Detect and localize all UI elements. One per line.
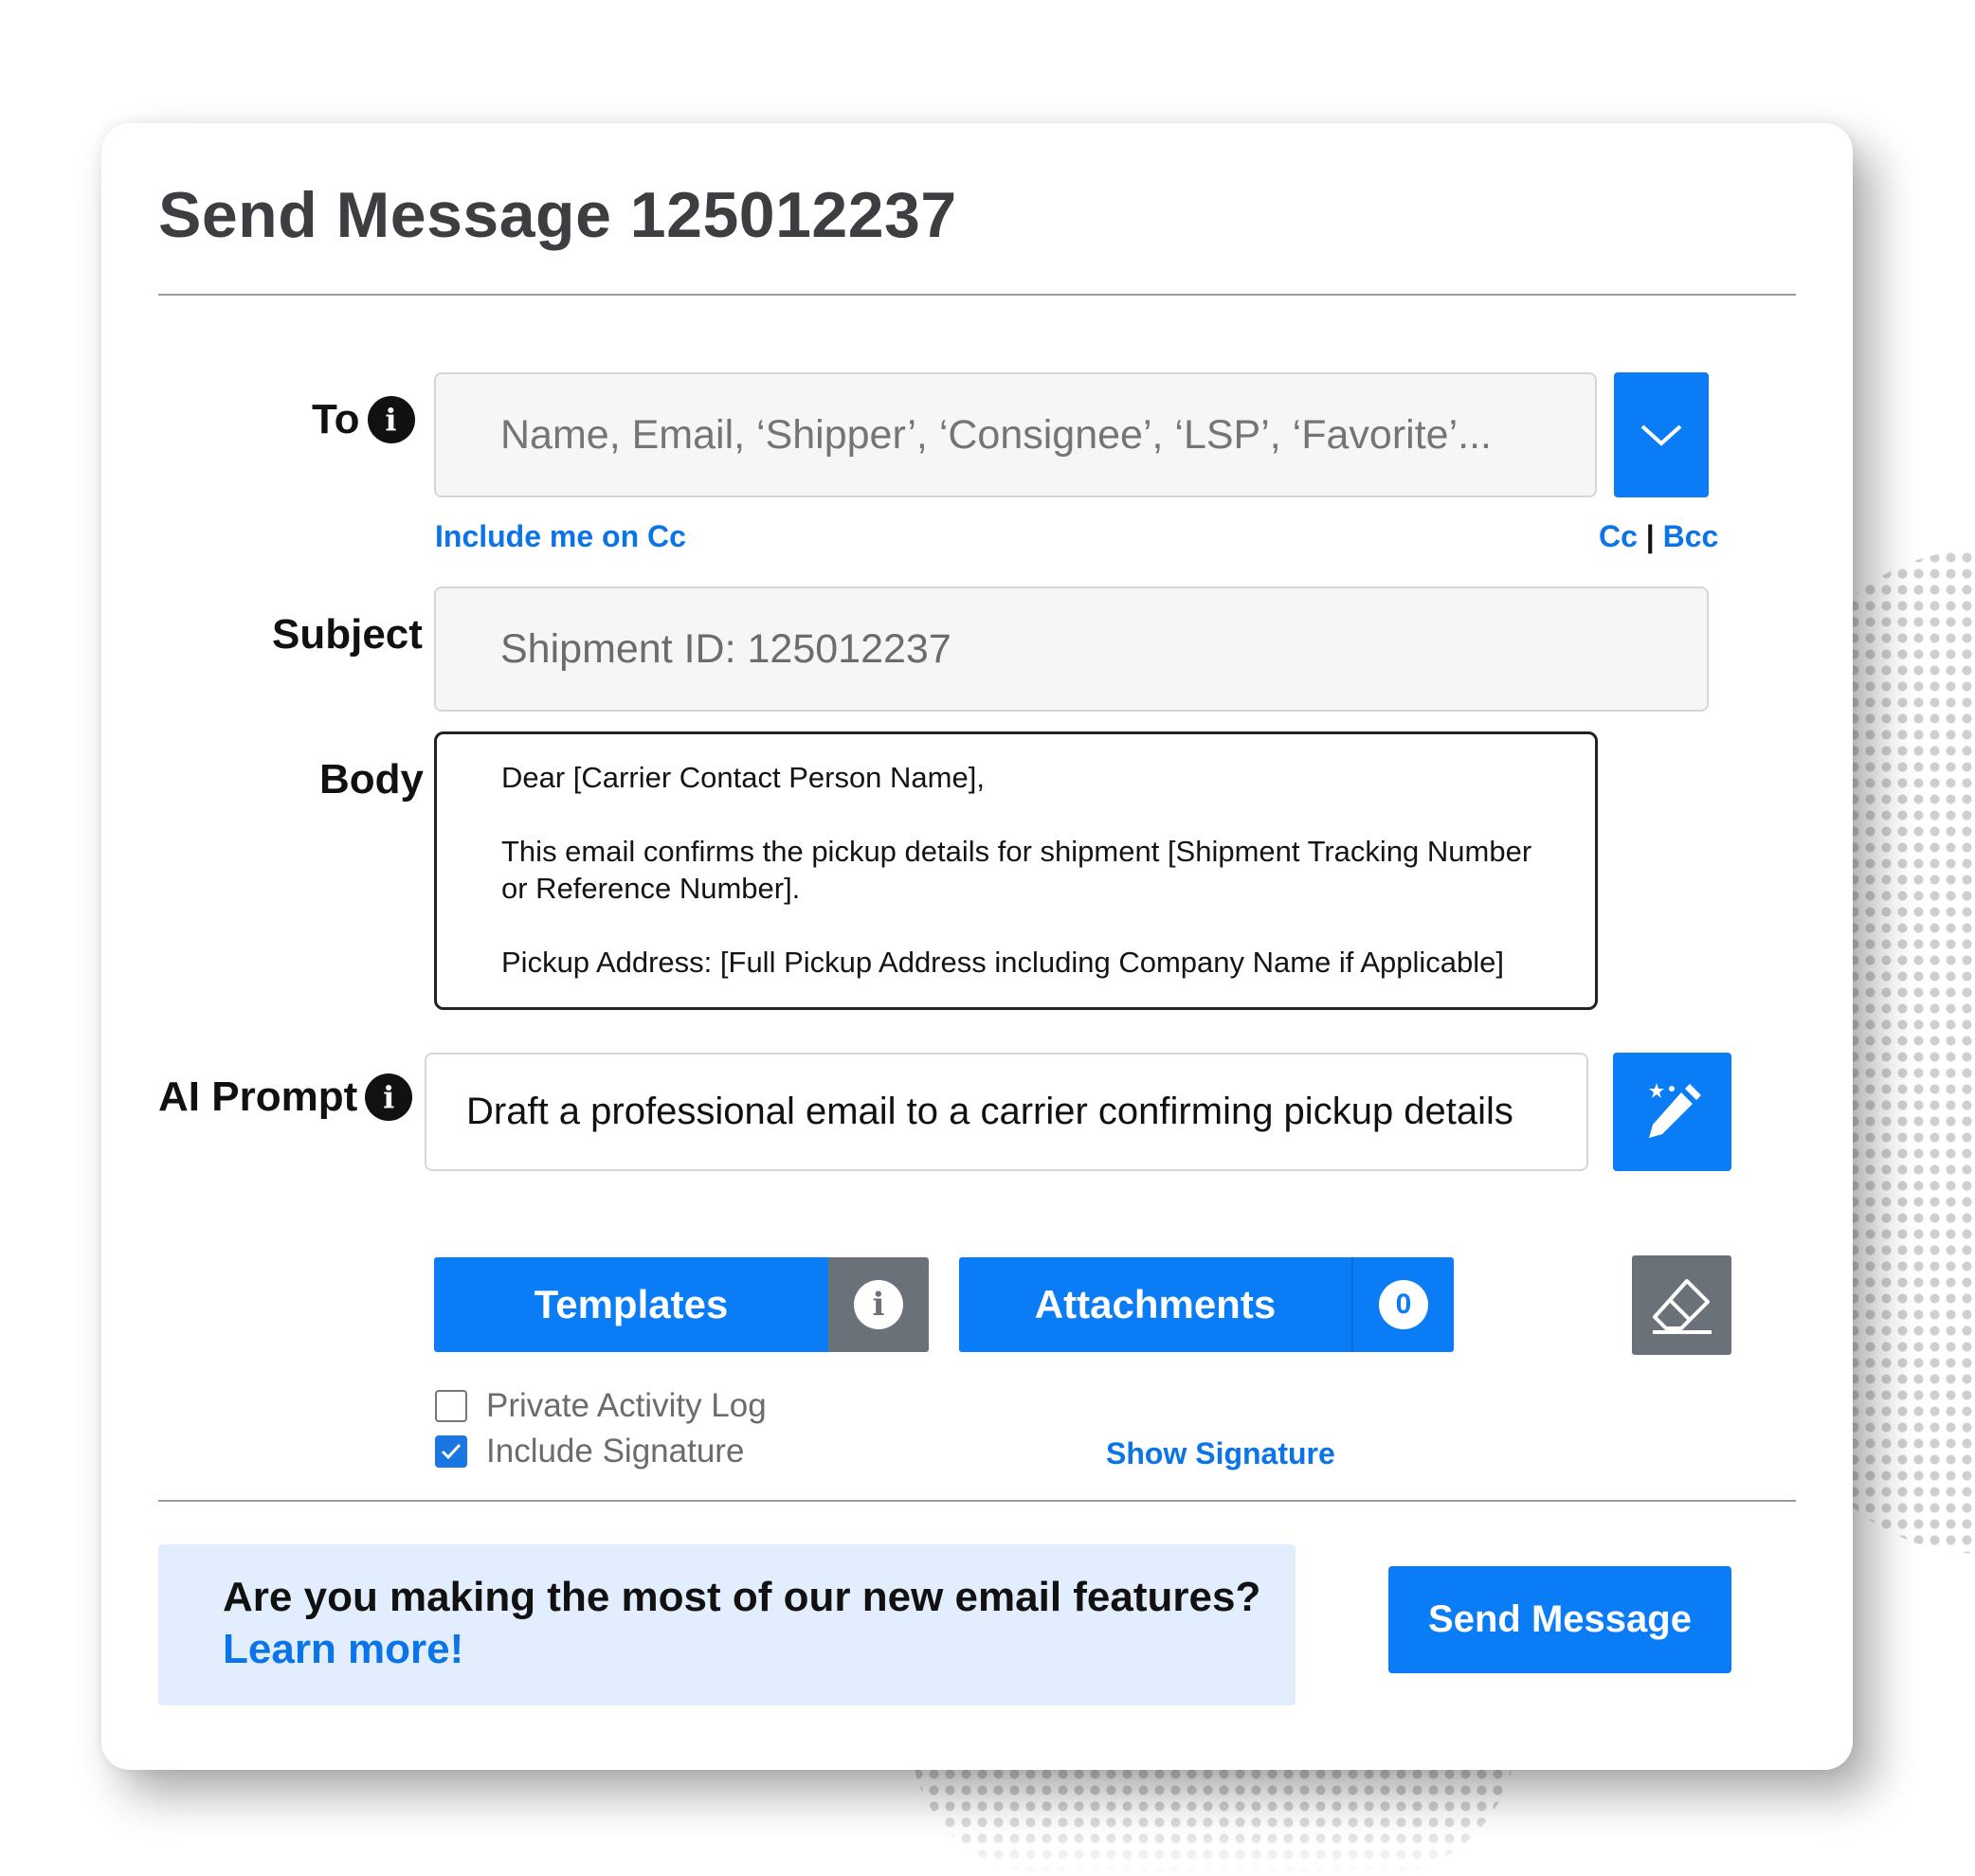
promo-banner: Are you making the most of our new email…: [158, 1544, 1296, 1705]
private-activity-log-option[interactable]: Private Activity Log: [435, 1387, 767, 1425]
to-label: To: [312, 396, 360, 442]
attachments-split-button: Attachments 0: [959, 1257, 1454, 1352]
ai-prompt-label: AI Prompt: [158, 1073, 358, 1120]
info-icon[interactable]: i: [365, 1073, 413, 1121]
templates-split-button: Templates i: [434, 1257, 929, 1352]
cc-bcc-separator: |: [1645, 519, 1655, 553]
send-message-button[interactable]: Send Message: [1388, 1566, 1731, 1673]
to-input[interactable]: [434, 372, 1597, 497]
learn-more-link[interactable]: Learn more!: [223, 1623, 1296, 1675]
ai-prompt-label-group: AI Prompt i: [158, 1073, 413, 1121]
include-signature-option[interactable]: Include Signature: [435, 1433, 744, 1470]
ai-prompt-input[interactable]: Draft a professional email to a carrier …: [425, 1053, 1588, 1171]
cc-bcc-links: Cc | Bcc: [1599, 519, 1718, 554]
body-label: Body: [319, 756, 424, 803]
include-signature-label: Include Signature: [486, 1433, 745, 1470]
ai-generate-button[interactable]: [1613, 1053, 1731, 1171]
subject-label: Subject: [272, 611, 423, 658]
chevron-down-icon: [1640, 424, 1682, 446]
body-line-address: Pickup Address: [Full Pickup Address inc…: [501, 946, 1504, 979]
to-dropdown-button[interactable]: [1614, 372, 1709, 497]
cc-link[interactable]: Cc: [1599, 519, 1638, 553]
info-icon: i: [854, 1280, 903, 1329]
templates-info-button[interactable]: i: [828, 1257, 929, 1352]
templates-button[interactable]: Templates: [434, 1257, 828, 1352]
info-icon[interactable]: i: [367, 396, 415, 443]
show-signature-link[interactable]: Show Signature: [1106, 1436, 1335, 1471]
private-activity-log-label: Private Activity Log: [486, 1387, 767, 1424]
attachments-count-badge: 0: [1379, 1280, 1428, 1329]
include-signature-checkbox[interactable]: [435, 1435, 467, 1468]
body-line-confirmation: This email confirms the pickup details f…: [501, 835, 1532, 905]
subject-input[interactable]: Shipment ID: 125012237: [434, 586, 1709, 712]
attachments-button[interactable]: Attachments: [959, 1257, 1351, 1352]
include-me-cc-link[interactable]: Include me on Cc: [435, 519, 686, 554]
bcc-link[interactable]: Bcc: [1663, 519, 1719, 553]
footer-divider: [158, 1500, 1796, 1502]
clear-button[interactable]: [1632, 1255, 1731, 1355]
body-line-greeting: Dear [Carrier Contact Person Name],: [501, 761, 985, 794]
check-icon: [441, 1443, 462, 1460]
attachments-count-badge-area[interactable]: 0: [1351, 1257, 1454, 1352]
private-activity-log-checkbox[interactable]: [435, 1390, 467, 1422]
body-editor[interactable]: Dear [Carrier Contact Person Name], This…: [434, 731, 1598, 1010]
promo-question: Are you making the most of our new email…: [223, 1574, 1261, 1620]
to-label-group: To i: [312, 396, 415, 443]
eraser-icon: [1652, 1278, 1712, 1334]
header-divider: [158, 294, 1796, 296]
send-message-dialog: Send Message 125012237 To i Include me o…: [101, 123, 1853, 1770]
magic-pencil-icon: [1648, 1082, 1701, 1138]
dialog-title: Send Message 125012237: [158, 179, 957, 251]
